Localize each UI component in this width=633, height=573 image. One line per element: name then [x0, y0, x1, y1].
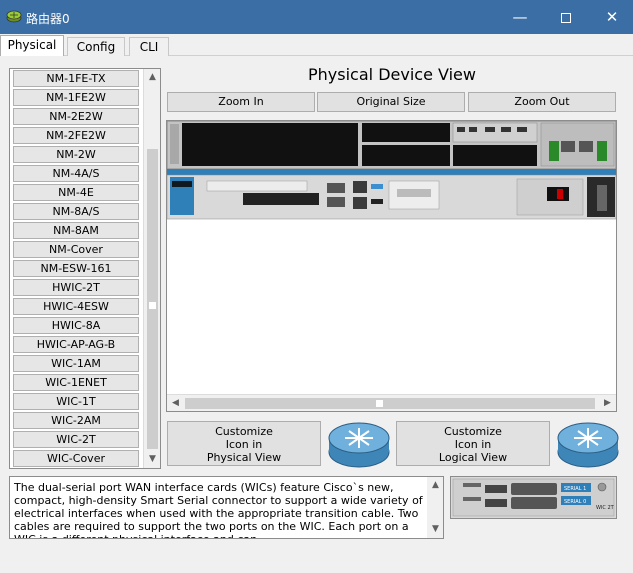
- button-line: Logical View: [438, 451, 508, 464]
- button-line: Customize: [215, 425, 273, 438]
- original-size-button[interactable]: Original Size: [317, 92, 465, 112]
- module-item[interactable]: HWIC-8A: [13, 317, 139, 334]
- module-item[interactable]: WIC-2T: [13, 431, 139, 448]
- description-scrollbar[interactable]: ▲ ▼: [427, 477, 443, 538]
- module-item[interactable]: HWIC-4ESW: [13, 298, 139, 315]
- title-bar: 路由器0 — ✕: [0, 0, 633, 34]
- window-title: 路由器0: [26, 12, 70, 26]
- wic-card-label: WIC 2T: [596, 505, 615, 511]
- module-item[interactable]: NM-1FE2W: [13, 89, 139, 106]
- minimize-button[interactable]: —: [497, 0, 543, 34]
- physical-device-view-title: Physical Device View: [308, 65, 476, 84]
- module-item[interactable]: WIC-1AM: [13, 355, 139, 372]
- module-item[interactable]: NM-8A/S: [13, 203, 139, 220]
- module-item[interactable]: NM-1FE-TX: [13, 70, 139, 87]
- scroll-down-icon[interactable]: ▼: [146, 453, 159, 466]
- button-line: Customize: [444, 425, 502, 438]
- module-item[interactable]: HWIC-AP-AG-B: [13, 336, 139, 353]
- module-item[interactable]: WIC-1ENET: [13, 374, 139, 391]
- maximize-icon: [561, 12, 571, 23]
- scroll-up-icon[interactable]: ▲: [146, 71, 159, 84]
- module-item[interactable]: NM-2FE2W: [13, 127, 139, 144]
- scroll-up-icon[interactable]: ▲: [429, 479, 442, 492]
- scroll-right-icon[interactable]: ▶: [601, 397, 614, 410]
- zoom-in-button[interactable]: Zoom In: [167, 92, 315, 112]
- tab-cli[interactable]: CLI: [129, 37, 169, 56]
- physical-panel: NM-1FE-TX NM-1FE2W NM-2E2W NM-2FE2W NM-2…: [0, 56, 633, 573]
- wic-2t-card-image: SERIAL 1 SERIAL 0 WIC 2T: [452, 478, 615, 517]
- scroll-down-icon[interactable]: ▼: [429, 523, 442, 536]
- module-item[interactable]: NM-4A/S: [13, 165, 139, 182]
- device-view-canvas[interactable]: ◀ ▶: [166, 120, 617, 412]
- hscrollbar-thumb[interactable]: [185, 398, 595, 409]
- module-item[interactable]: NM-Cover: [13, 241, 139, 258]
- router-physical-icon: [328, 422, 390, 468]
- serial-1-label: SERIAL 1: [564, 486, 586, 492]
- button-line: Icon in: [225, 438, 263, 451]
- module-item[interactable]: NM-2W: [13, 146, 139, 163]
- customize-logical-icon-button[interactable]: Customize Icon in Logical View: [396, 421, 550, 466]
- scrollbar-grip: [149, 302, 156, 309]
- module-item[interactable]: HWIC-2T: [13, 279, 139, 296]
- router-logical-icon: [557, 422, 619, 468]
- minimize-icon: —: [512, 8, 528, 26]
- tab-physical[interactable]: Physical: [0, 35, 64, 57]
- module-preview-image: SERIAL 1 SERIAL 0 WIC 2T: [450, 476, 617, 519]
- scroll-left-icon[interactable]: ◀: [169, 397, 182, 410]
- module-item[interactable]: NM-4E: [13, 184, 139, 201]
- device-view-hscrollbar[interactable]: ◀ ▶: [167, 394, 616, 411]
- maximize-button[interactable]: [543, 0, 589, 34]
- customize-physical-icon-button[interactable]: Customize Icon in Physical View: [167, 421, 321, 466]
- module-item[interactable]: WIC-2AM: [13, 412, 139, 429]
- hscrollbar-grip: [376, 400, 383, 407]
- tab-config[interactable]: Config: [67, 37, 125, 56]
- module-list: NM-1FE-TX NM-1FE2W NM-2E2W NM-2FE2W NM-2…: [9, 68, 161, 469]
- module-item[interactable]: WIC-1T: [13, 393, 139, 410]
- router-chassis-image: [167, 121, 616, 220]
- module-item[interactable]: NM-ESW-161: [13, 260, 139, 277]
- button-line: Physical View: [206, 451, 282, 464]
- module-list-scrollbar[interactable]: ▲ ▼: [143, 69, 160, 468]
- scrollbar-thumb[interactable]: [147, 149, 158, 449]
- button-line: Icon in: [454, 438, 492, 451]
- zoom-out-button[interactable]: Zoom Out: [468, 92, 616, 112]
- module-item[interactable]: NM-2E2W: [13, 108, 139, 125]
- description-text: The dual-serial port WAN interface cards…: [14, 481, 423, 538]
- packet-tracer-router-icon: [6, 9, 22, 23]
- module-item[interactable]: NM-8AM: [13, 222, 139, 239]
- module-description: The dual-serial port WAN interface cards…: [9, 476, 444, 539]
- close-icon: ✕: [605, 8, 619, 26]
- serial-0-label: SERIAL 0: [564, 499, 586, 505]
- close-button[interactable]: ✕: [589, 0, 633, 34]
- module-item[interactable]: WIC-Cover: [13, 450, 139, 467]
- tab-bar: Physical Config CLI: [0, 34, 633, 57]
